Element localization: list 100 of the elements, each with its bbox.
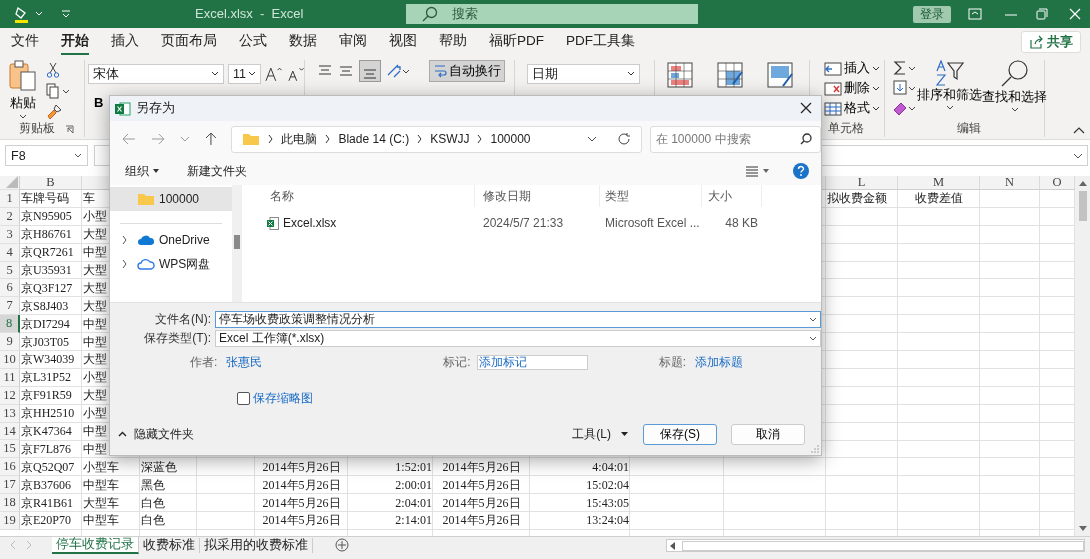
caret-icon[interactable] [621,432,628,436]
row-header[interactable]: 10 [0,351,20,369]
eraser-icon[interactable] [893,100,917,116]
font-size-select[interactable]: 11 [227,64,262,84]
row-header[interactable]: 15 [0,440,20,459]
number-format-select[interactable]: 日期 [527,64,640,84]
row-header[interactable]: 18 [0,494,20,513]
breadcrumb[interactable]: KSWJJ [430,132,470,146]
up-icon[interactable] [204,132,217,146]
breadcrumb[interactable]: 此电脑 [281,130,318,148]
expand-icon[interactable] [1073,152,1083,159]
menu-tab[interactable]: 审阅 [339,29,367,55]
help-icon[interactable] [793,163,809,179]
organize-button[interactable]: 组织 [125,162,149,180]
refresh-icon[interactable] [616,132,631,146]
table-format-icon[interactable] [717,62,743,88]
column-header[interactable]: L [857,176,866,190]
orientation-icon[interactable] [386,63,410,79]
brush-icon[interactable] [46,104,62,120]
column-header[interactable]: M [932,176,945,190]
grow-font-icon[interactable] [265,66,283,82]
nav-item[interactable]: 100000 [110,187,232,211]
breadcrumb[interactable]: 100000 [490,132,531,146]
align-bottom-icon[interactable] [359,60,381,82]
scroll-up-icon[interactable] [1078,180,1087,186]
scroll-left-icon[interactable] [670,541,676,550]
align-top-icon[interactable] [317,64,333,78]
scissors-icon[interactable] [46,62,60,78]
align-middle-icon[interactable] [338,64,354,78]
sheet-tab[interactable]: 停车收费记录 [52,536,139,554]
scroll-thumb[interactable] [234,235,240,249]
row-header[interactable]: 8 [0,315,20,334]
save-type-select[interactable]: Excel 工作簿(*.xlsx) [215,330,821,347]
menu-tab[interactable]: 视图 [389,29,417,55]
cancel-button[interactable]: 取消 [731,423,805,445]
search-field[interactable]: 在 100000 中搜索 [649,125,821,153]
file-name-field[interactable]: 停车场收费政策调整情况分析 [215,311,821,328]
address-bar[interactable]: 此电脑 Blade 14 (C:) KSWJJ 100000 [231,125,642,153]
sign-in-button[interactable]: 登录 [913,6,951,23]
find-select-button[interactable]: 查找和选择 [982,60,1047,116]
font-select[interactable]: 宋体 [88,64,224,84]
checkbox[interactable] [237,392,250,405]
nav-item[interactable]: OneDrive [110,228,232,252]
column-header[interactable]: B [46,176,55,190]
menu-tab[interactable]: 数据 [289,29,317,55]
menu-tab[interactable]: 文件 [11,29,39,55]
add-sheet-icon[interactable] [335,538,349,552]
collapse-icon[interactable] [1073,126,1085,134]
menu-tab[interactable]: 福昕PDF [489,29,544,55]
vertical-scrollbar[interactable] [1075,176,1090,536]
menu-tab[interactable]: 公式 [239,29,267,55]
cells-menu-button[interactable]: 删除 [824,80,884,97]
close-icon[interactable] [800,102,812,114]
caret-up-icon[interactable] [118,431,127,437]
column-header[interactable]: N [1005,176,1014,190]
row-header[interactable]: 7 [0,297,20,316]
menu-tab[interactable]: 插入 [111,29,139,55]
search-field[interactable]: 搜索 [406,4,698,24]
cells-menu-button[interactable]: 格式 [824,100,884,117]
nav-item[interactable]: WPS网盘 [110,252,232,276]
column-header[interactable]: 大小 [702,185,762,207]
copy-icon[interactable] [46,83,70,99]
column-header[interactable]: 类型 [600,185,702,207]
menu-tab[interactable]: 帮助 [439,29,467,55]
author-link[interactable]: 张惠民 [226,353,263,371]
scroll-down-icon[interactable] [1078,526,1087,532]
shrink-font-icon[interactable] [286,66,304,82]
row-header[interactable]: 16 [0,458,20,477]
paint-bucket-icon[interactable] [14,5,30,23]
menu-tab[interactable]: PDF工具集 [566,29,635,55]
cell-style-icon[interactable] [767,62,793,88]
paste-button[interactable]: 粘贴 [0,60,38,120]
conditional-format-icon[interactable] [667,62,693,88]
row-header[interactable]: 6 [0,279,20,298]
row-header[interactable]: 17 [0,476,20,495]
resize-grip-icon[interactable] [811,445,819,453]
sheet-tab[interactable]: 收费标准 [139,537,200,553]
hide-folders-button[interactable]: 隐藏文件夹 [134,425,194,443]
customize-icon[interactable] [61,10,71,18]
save-button[interactable]: 保存(S) [643,423,717,445]
horizontal-scrollbar[interactable] [666,539,1085,552]
menu-tab[interactable]: 页面布局 [161,29,217,55]
row-header[interactable]: 9 [0,333,20,351]
back-icon[interactable] [122,133,136,145]
wrap-text-button[interactable]: 自动换行 [429,60,505,82]
sheet-tab[interactable]: 拟采用的收费标准 [200,537,313,553]
row-header[interactable]: 19 [0,512,20,530]
launcher-icon[interactable] [64,125,74,134]
fill-down-icon[interactable] [893,80,917,96]
tags-field[interactable]: 添加标记 [476,354,588,370]
column-header[interactable]: O [1052,176,1062,190]
caret-icon[interactable] [153,169,159,173]
new-folder-button[interactable]: 新建文件夹 [187,162,247,180]
checkbox-label[interactable]: 保存缩略图 [253,390,313,407]
breadcrumb[interactable]: Blade 14 (C:) [338,132,410,146]
title-link[interactable]: 添加标题 [695,353,744,371]
scroll-thumb[interactable] [682,540,1084,551]
restore-icon[interactable] [1036,8,1048,20]
row-header[interactable]: 1 [0,190,20,208]
recent-icon[interactable] [179,136,190,142]
